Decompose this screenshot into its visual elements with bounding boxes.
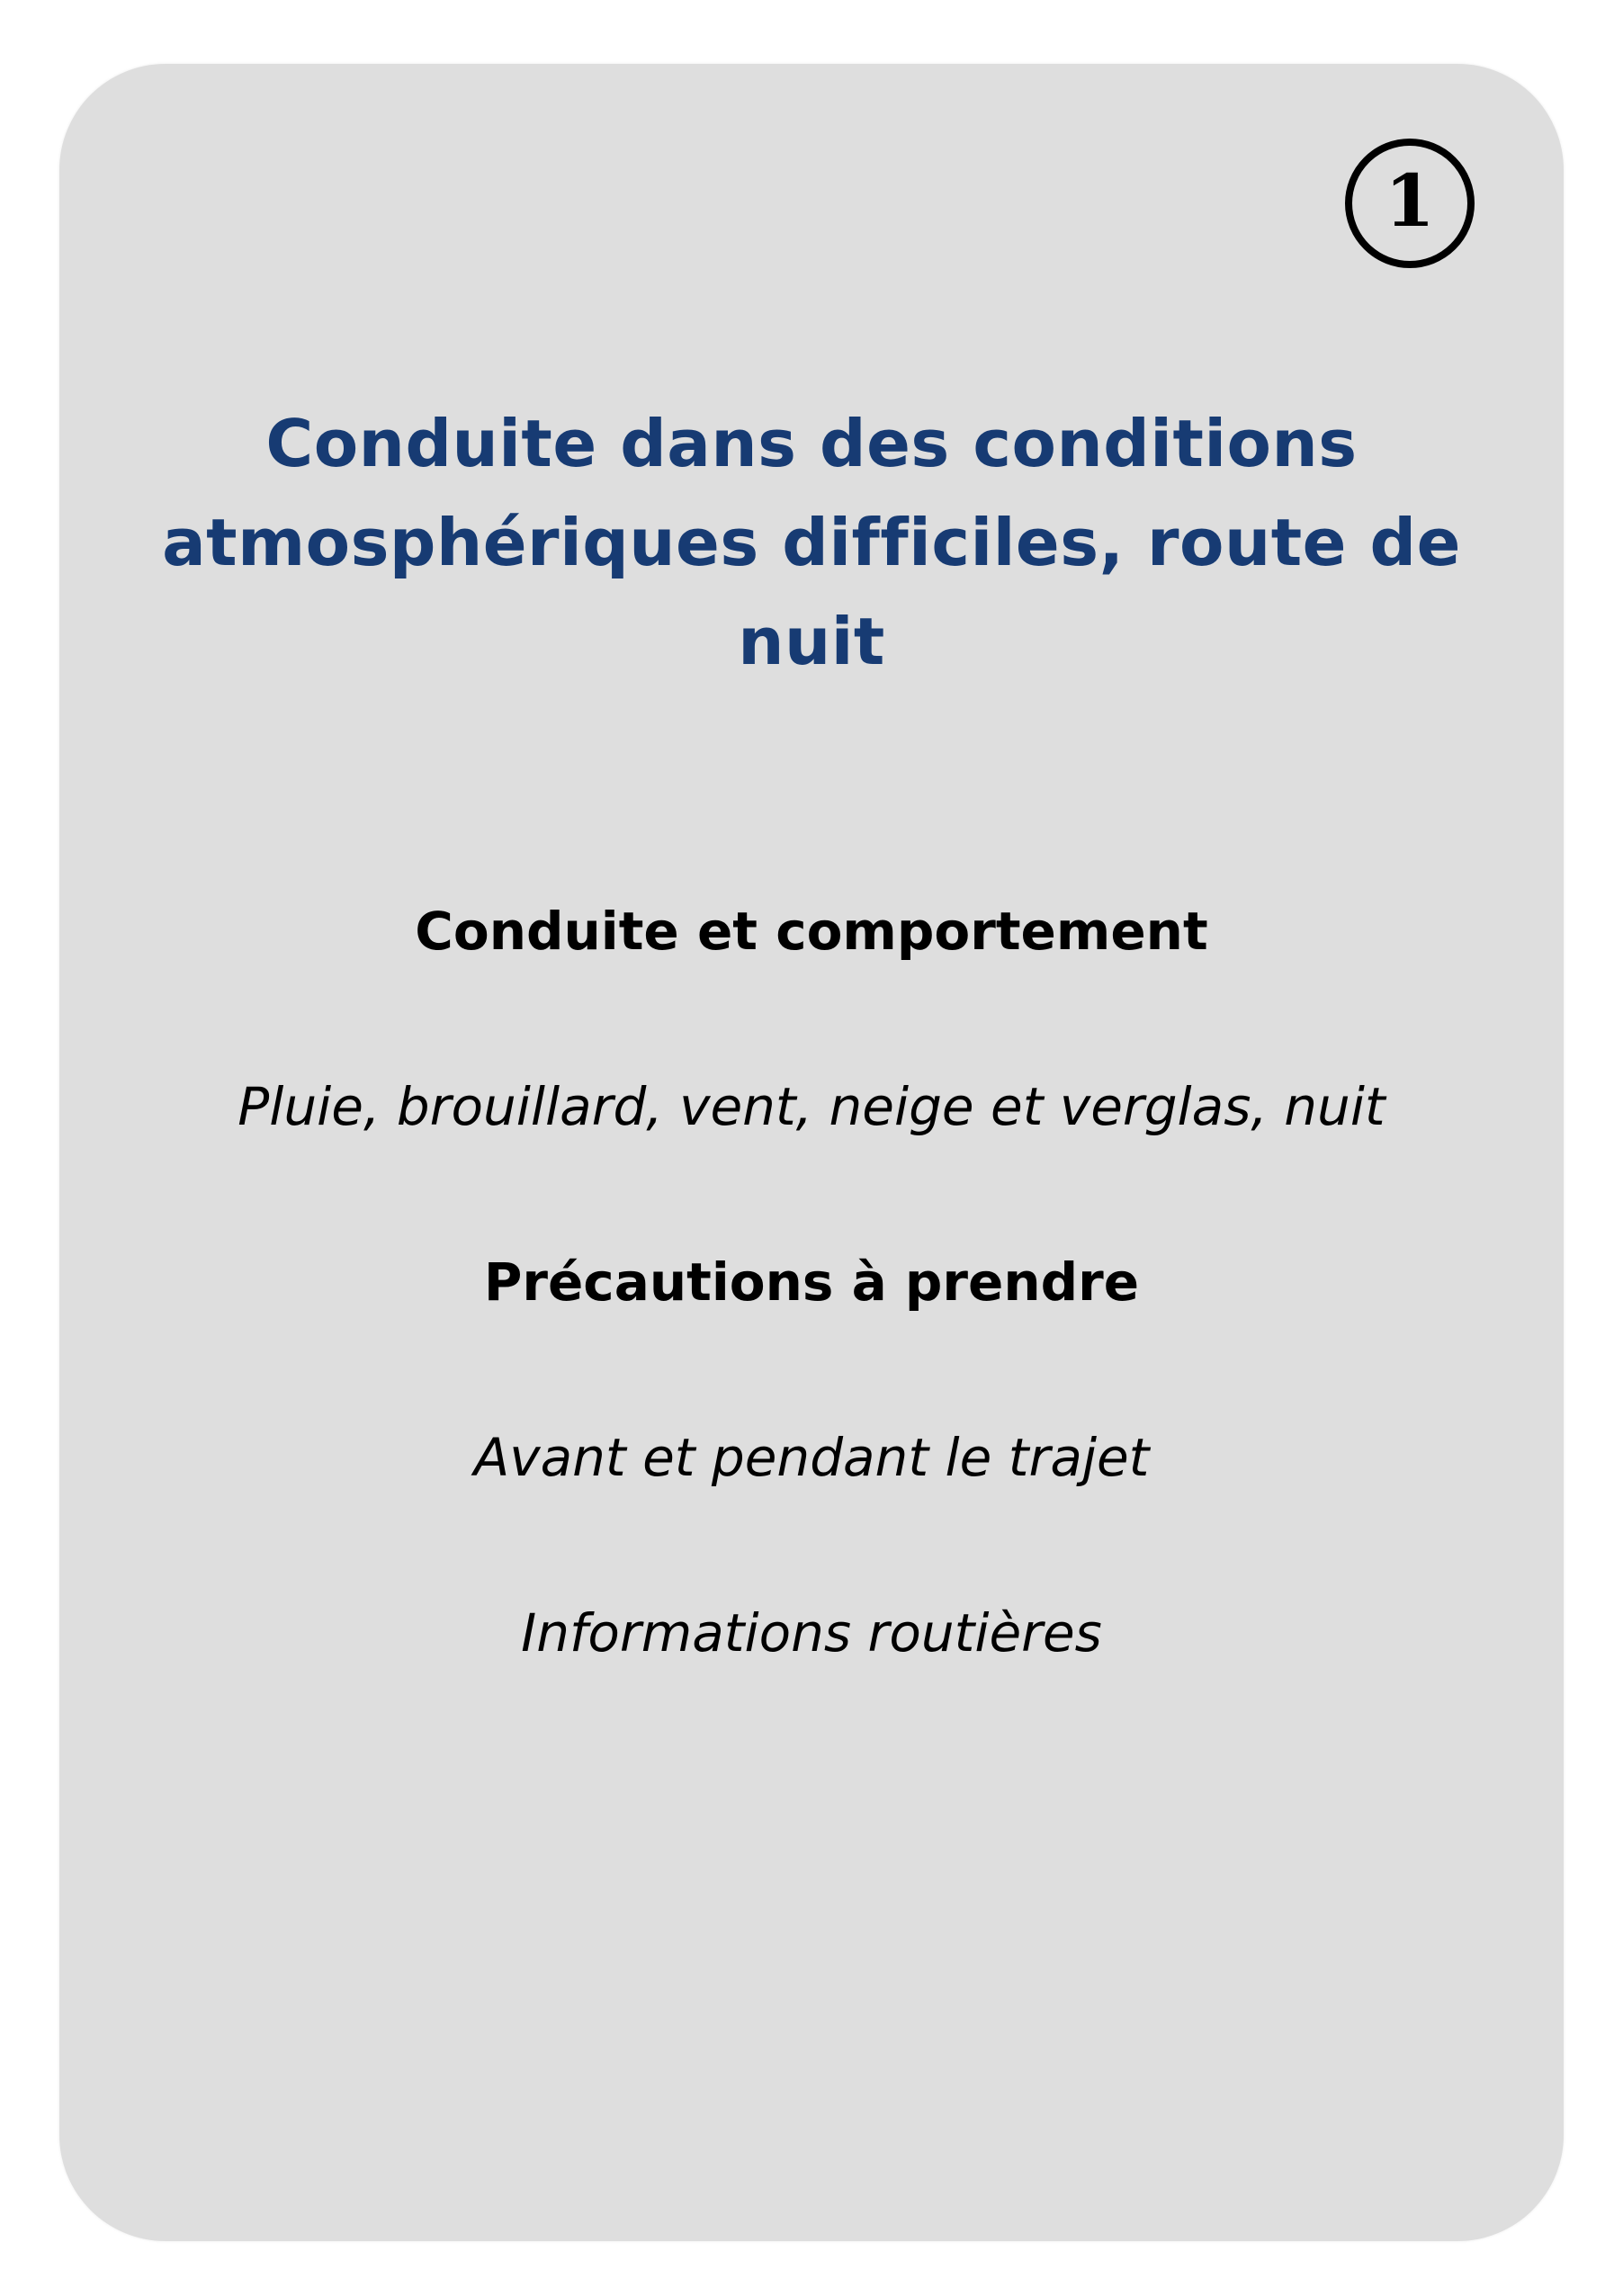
section-text-conditions: Pluie, brouillard, vent, neige et vergla…	[238, 1076, 1385, 1137]
card-title: Conduite dans des conditions atmosphériq…	[162, 406, 1461, 679]
card-number-badge: 1	[1345, 139, 1475, 268]
card-number: 1	[1385, 158, 1435, 243]
section-heading-conduite: Conduite et comportement	[415, 901, 1208, 962]
info-card	[59, 64, 1564, 2241]
section-text-trajet: Avant et pendant le trajet	[473, 1427, 1150, 1488]
section-text-informations: Informations routières	[521, 1602, 1102, 1664]
section-heading-precautions: Précautions à prendre	[483, 1251, 1140, 1313]
